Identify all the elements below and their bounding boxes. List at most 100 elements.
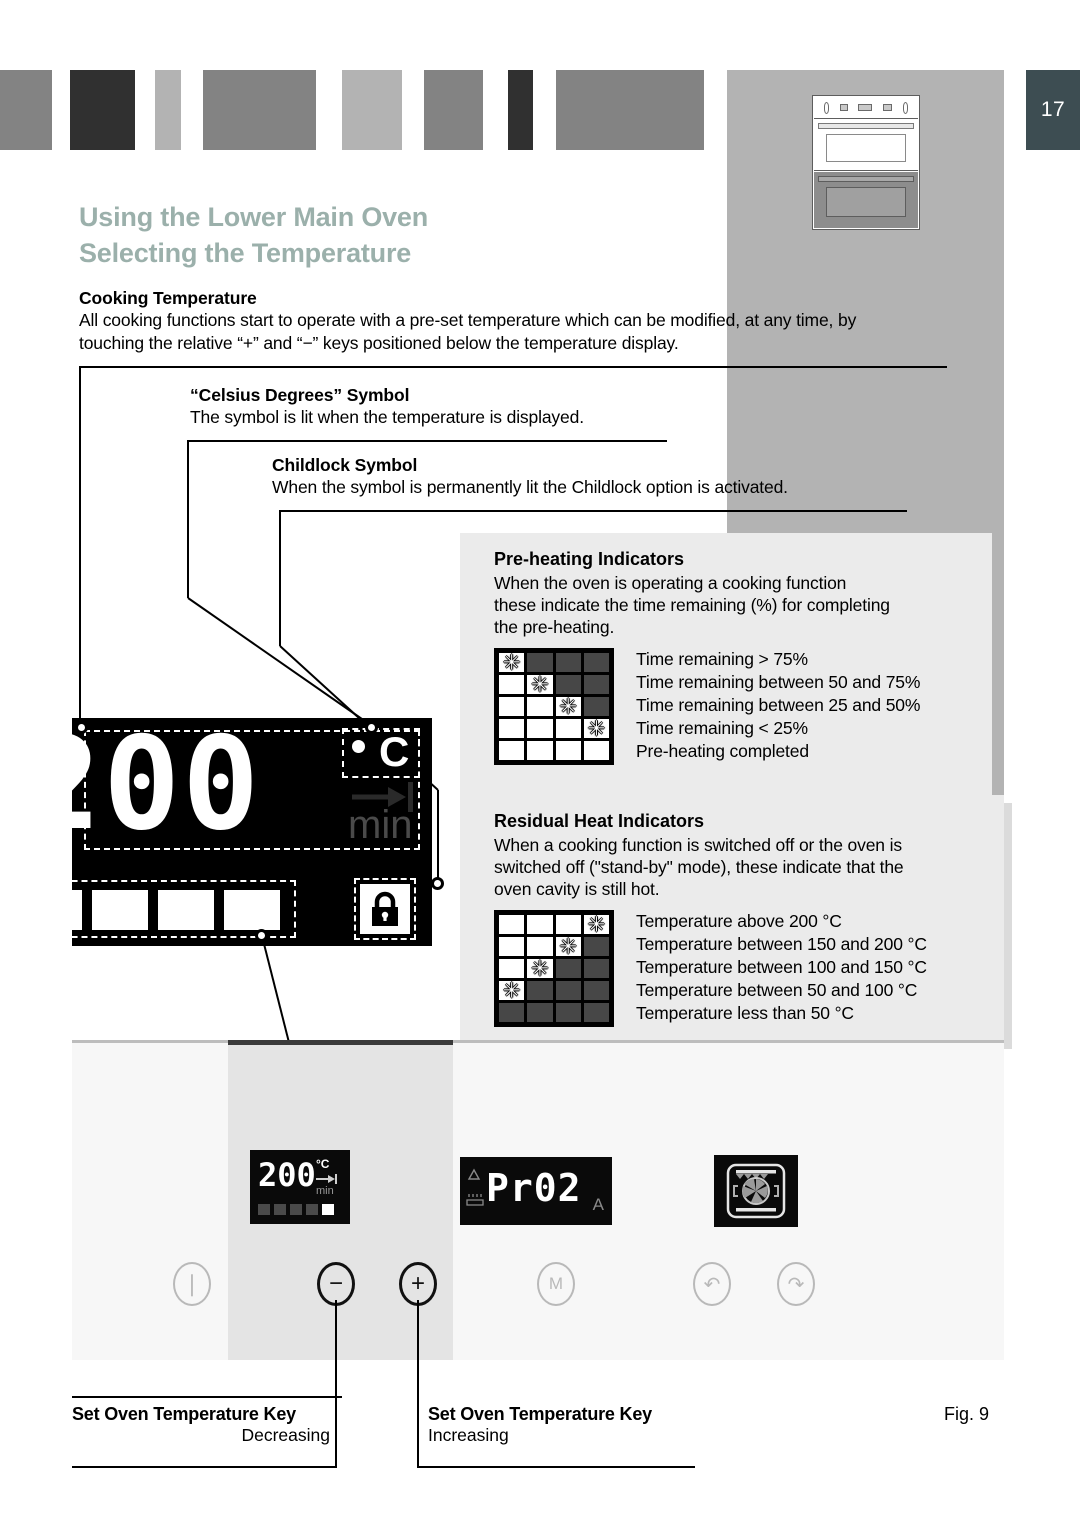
menu-key[interactable]: M: [537, 1262, 575, 1306]
legend-item: Time remaining between 50 and 75%: [636, 672, 921, 693]
decorative-block-4: [203, 70, 316, 150]
caption-rule-increasing-bottom: [417, 1466, 695, 1468]
control-panel-top-edge: [72, 1040, 1004, 1043]
mini-display-bars: [258, 1204, 334, 1215]
indicator-cell: [583, 741, 609, 761]
mini-display-temperature: 200 °C min: [250, 1150, 350, 1224]
section-childlock-symbol: Childlock Symbol When the symbol is perm…: [272, 455, 972, 499]
oven-switch-1-icon: [839, 104, 848, 111]
oven-illustration: [812, 95, 920, 230]
lcd-minutes-label: min: [348, 803, 413, 847]
cooking-temperature-body-line-2: touching the relative “+” and “−” keys p…: [79, 333, 679, 354]
back-arrow-key-label: ↶: [703, 1273, 721, 1296]
bracket-rule-cooking: [79, 366, 947, 368]
indicator-cell: [499, 675, 525, 695]
caption-stem-decreasing: [335, 1396, 337, 1468]
mini-display-program: Pr02 A: [460, 1157, 612, 1225]
residual-heat-body-line-1: When a cooking function is switched off …: [494, 835, 902, 855]
preheating-indicator-grid: [494, 648, 614, 766]
indicator-cell: [527, 653, 553, 673]
panel-residual-heat-indicators: Residual Heat Indicators When a cooking …: [460, 795, 1004, 1041]
indicator-cell: [527, 937, 553, 957]
leader-dot-cooking: [75, 721, 88, 734]
panel-preheating-indicators: Pre-heating Indicators When the oven is …: [460, 533, 992, 795]
mini-padlock-icon: [322, 1204, 334, 1215]
decorative-block-3: [155, 70, 181, 150]
indicator-cell: [499, 653, 525, 673]
leader-dot-childlock: [431, 877, 444, 890]
menu-key-label: M: [548, 1274, 564, 1293]
caption-decreasing-sub: Decreasing: [241, 1425, 330, 1445]
preheating-body-line-3: the pre-heating.: [494, 617, 615, 638]
indicator-cell: [555, 981, 581, 1001]
mini-display-celsius-label: °C: [316, 1157, 330, 1171]
indicator-cell: [583, 937, 609, 957]
leader-dot-bars: [255, 929, 268, 942]
control-panel-top-edge-dark: [228, 1040, 453, 1045]
lcd-temperature-value: 200: [24, 710, 262, 859]
indicator-cell: [583, 653, 609, 673]
decorative-block-7: [508, 70, 533, 150]
residual-heat-legend: Temperature above 200 °C Temperature betw…: [636, 910, 927, 1027]
caption-decreasing: Set Oven Temperature Key Decreasing: [72, 1404, 330, 1446]
mini-bar: [306, 1204, 318, 1215]
indicator-cell: [527, 1003, 553, 1023]
celsius-symbol-heading: “Celsius Degrees” Symbol: [190, 385, 410, 405]
forward-arrow-key-label: ↷: [787, 1273, 805, 1296]
back-arrow-key[interactable]: ↶: [693, 1262, 731, 1306]
legend-item: Time remaining > 75%: [636, 649, 808, 670]
legend-item: Pre-heating completed: [636, 740, 809, 761]
page-number-tab: 17: [1026, 70, 1080, 150]
indicator-cell: [555, 675, 581, 695]
indicator-cell: [555, 959, 581, 979]
indicator-cell: [527, 981, 553, 1001]
oven-knob-right-icon: [902, 101, 908, 114]
page-number: 17: [1040, 98, 1066, 121]
oven-upper-glass: [826, 134, 906, 162]
mini-bar: [290, 1204, 302, 1215]
oven-switch-3-icon: [883, 104, 893, 111]
legend-item: Temperature between 100 and 150 °C: [636, 957, 927, 978]
indicator-cell: [555, 1003, 581, 1023]
mini-display-minutes-label: min: [316, 1185, 334, 1197]
section-celsius-symbol: “Celsius Degrees” Symbol The symbol is l…: [190, 385, 970, 429]
power-key[interactable]: ❘: [173, 1262, 211, 1306]
residual-heat-indicator-grid: [494, 910, 614, 1028]
lcd-celsius-letter: C: [379, 728, 410, 775]
indicator-cell: [527, 719, 553, 739]
indicator-cell: [499, 1003, 525, 1023]
forward-arrow-key[interactable]: ↷: [777, 1262, 815, 1306]
preheating-indicator-row: Time remaining > 75%Time remaining betwe…: [494, 648, 972, 766]
lcd-preheat-bar: [92, 890, 148, 930]
mini-arrow-to-end-icon: [316, 1174, 337, 1184]
indicator-cell: [527, 915, 553, 935]
preheating-body-line-2: these indicate the time remaining (%) fo…: [494, 595, 890, 616]
legend-item: Time remaining between 25 and 50%: [636, 695, 921, 716]
indicator-cell: [583, 959, 609, 979]
oven-upper-handle: [818, 123, 914, 129]
bracket-rule-celsius: [187, 440, 667, 442]
bracket-stem-childlock: [279, 510, 281, 646]
plus-key-label: +: [410, 1270, 425, 1297]
caption-stem-increasing: [417, 1396, 419, 1468]
lcd-preheat-bar: [26, 890, 82, 930]
manual-page: 17 Using the Lower Main Oven Selecting t…: [0, 0, 1080, 1532]
mini-display-function: [714, 1155, 798, 1227]
lcd-degree-dot-icon: [352, 740, 365, 753]
indicator-cell: [583, 675, 609, 695]
indicator-cell: [499, 937, 525, 957]
decorative-block-6: [424, 70, 483, 150]
mini-bar: [258, 1204, 270, 1215]
bracket-stem-cooking: [79, 366, 81, 736]
caption-increasing: Set Oven Temperature Key Increasing: [428, 1404, 696, 1446]
residual-heat-body-line-3: oven cavity is still hot.: [494, 879, 660, 900]
decorative-block-8: [556, 70, 704, 150]
legend-item: Time remaining < 25%: [636, 717, 808, 738]
cooking-temperature-heading: Cooking Temperature: [79, 288, 257, 308]
caption-rule-decreasing-bottom: [72, 1466, 337, 1468]
oven-control-panel: [814, 97, 918, 119]
decorative-block-5: [342, 70, 402, 150]
fan-oven-icon: [726, 1163, 786, 1219]
indicator-cell: [555, 653, 581, 673]
legend-item: Temperature above 200 °C: [636, 911, 842, 932]
